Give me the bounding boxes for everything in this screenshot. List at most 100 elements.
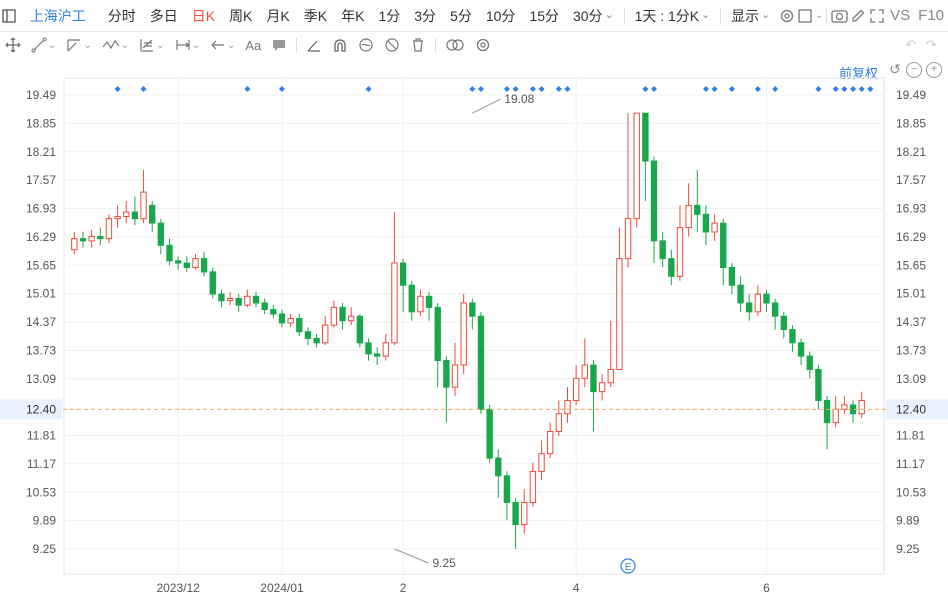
candle-body [495,457,502,477]
candle-body [823,399,831,424]
event-dot [754,86,761,92]
candle [166,238,173,266]
candle-body [356,315,364,344]
candle [157,218,165,255]
tab-fenshi[interactable]: 分时 [101,6,143,26]
candle-body [114,215,121,220]
x-tick-label: 2024/01 [260,581,304,595]
sidebar-toggle-icon[interactable] [0,4,19,28]
tab-1min[interactable]: 1分 [371,6,407,26]
candle-body [720,222,727,268]
candle-body [157,222,165,246]
tab-30min[interactable]: 30分 [566,6,621,26]
candle-body [754,293,762,313]
candle [849,400,857,423]
candle-body [529,470,537,503]
y-tick-label-left: 9.89 [33,514,57,528]
candle [365,338,372,361]
candle [304,327,312,346]
candle-body [841,404,848,410]
candle-body [88,235,95,242]
line-segment-icon [31,37,47,53]
candle-body [399,262,407,286]
overlay-tool[interactable] [440,37,470,53]
tab-duori[interactable]: 多日 [143,6,185,26]
angle-tool[interactable] [301,37,327,53]
fullscreen-icon[interactable] [867,4,886,28]
channel-tool[interactable]: ⌄ [61,37,96,53]
tab-jik[interactable]: 季K [297,6,334,26]
gear-icon[interactable] [777,4,796,28]
event-dot [477,86,484,92]
candle-body [746,302,753,313]
tab-niank[interactable]: 年K [334,6,371,26]
divider [623,7,625,24]
event-dot [772,86,779,92]
square-select-icon[interactable] [796,4,815,28]
delete-tool[interactable] [405,37,431,53]
display-select[interactable]: 显示 [724,6,777,26]
fib-tool[interactable]: ⌄ [134,37,169,53]
tab-15min[interactable]: 15分 [522,6,566,26]
chevron-down-icon[interactable]: ⌄ [815,10,823,21]
lock-tool[interactable] [353,37,379,53]
candle-body [815,368,822,401]
arrow-tool[interactable]: ⌄ [205,37,240,53]
wave-tool[interactable]: ⌄ [97,37,134,53]
event-dot [469,86,476,92]
candle-body [123,211,130,217]
hide-tool[interactable] [379,37,405,53]
range-tool[interactable]: ⌄ [170,37,205,53]
y-tick-label-left: 16.29 [26,230,56,244]
angle-icon [307,40,321,52]
candle [685,183,692,237]
candle [425,291,433,321]
candle [564,387,571,423]
camera-icon[interactable] [830,4,849,28]
redo-icon[interactable]: ↷ [921,37,942,53]
pencil-icon[interactable] [849,4,868,28]
candle [477,311,485,414]
f10-button[interactable]: F10 [914,7,948,24]
event-dot [850,86,857,92]
text-tool[interactable]: Aa [240,38,266,53]
candle-body [443,360,450,388]
candle [616,227,623,370]
candle [408,280,415,321]
period-combo-select[interactable]: 1天 : 1分K [628,6,718,26]
candle-body [659,240,666,260]
draw-settings-tool[interactable] [470,37,496,53]
kline-chart[interactable]: 19.49 19.49 18.85 18.85 18.21 18.21 17.57 17.57… [0,58,948,600]
tab-rik[interactable]: 日K [185,6,222,26]
stock-name[interactable]: 上海沪工 [23,6,93,26]
y-tick-label-right: 17.57 [896,173,926,187]
tab-zhouk[interactable]: 周K [222,6,259,26]
candle-body [477,315,485,410]
event-dot [140,86,147,92]
candle [668,249,675,286]
magnet-tool[interactable] [327,37,353,53]
tab-5min[interactable]: 5分 [443,6,479,26]
candle-body [270,309,277,315]
magnet-icon [334,39,346,52]
candle-body [79,238,87,242]
candle-body [365,342,372,355]
tab-3min[interactable]: 3分 [407,6,443,26]
candle [858,391,865,419]
comment-tool[interactable] [266,37,292,53]
event-e-marker[interactable]: E [620,558,636,574]
move-tool[interactable] [0,37,26,53]
candle-body [209,271,216,295]
y-tick-label-right: 16.93 [896,202,926,216]
candle [555,400,563,436]
undo-icon[interactable]: ↶ [900,37,921,53]
tab-10min[interactable]: 10分 [479,6,523,26]
candle-body [183,262,190,268]
low-label: 9.25 [432,556,456,570]
candle-body [780,315,787,331]
candle [399,258,407,312]
tab-yuek[interactable]: 月K [259,6,296,26]
vs-button[interactable]: VS [886,7,914,24]
line-tool[interactable]: ⌄ [26,37,61,53]
candle-body [832,408,839,424]
